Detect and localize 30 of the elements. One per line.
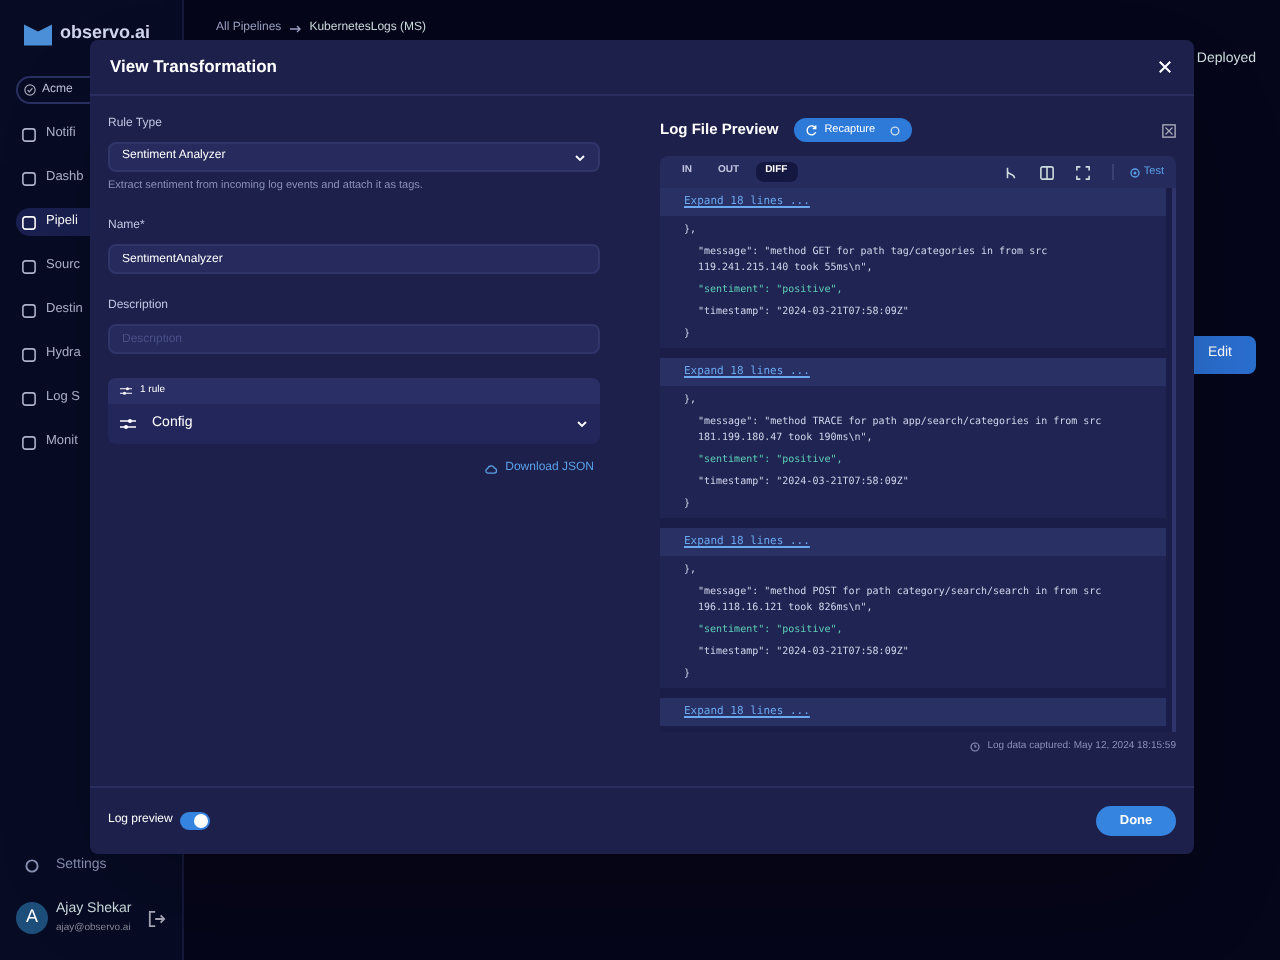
logout-icon[interactable] xyxy=(147,909,166,927)
chevron-icon xyxy=(576,420,588,429)
arrow-icon xyxy=(289,24,302,34)
nav-icon xyxy=(22,435,36,449)
nav-icon xyxy=(22,347,36,361)
avatar: A xyxy=(16,902,48,934)
sliders-icon xyxy=(120,418,136,431)
nav-icon xyxy=(22,127,36,141)
dialog-title: View Transformation xyxy=(110,54,277,80)
refresh-icon xyxy=(806,124,819,136)
fullscreen-icon[interactable] xyxy=(1075,165,1090,179)
log-preview-toggle[interactable] xyxy=(180,812,211,830)
columns-icon[interactable] xyxy=(1039,165,1054,179)
logo-icon xyxy=(24,23,52,45)
target-icon xyxy=(1129,167,1140,177)
check-icon xyxy=(24,84,36,96)
sliders-icon xyxy=(120,386,132,397)
logo-text: observo.ai xyxy=(60,20,151,47)
chevron-icon xyxy=(574,153,586,161)
clock-icon xyxy=(969,742,980,753)
nav-icon xyxy=(22,171,36,185)
settings-icon xyxy=(24,857,40,874)
nav-icon xyxy=(22,303,36,317)
nav-icon xyxy=(22,215,36,229)
nav-icon xyxy=(22,391,36,405)
close-button[interactable] xyxy=(1154,57,1174,77)
collapse-icon[interactable] xyxy=(1162,123,1176,137)
merge-icon[interactable] xyxy=(1003,165,1018,179)
nav-icon xyxy=(22,259,36,273)
cloud-icon xyxy=(483,464,498,475)
